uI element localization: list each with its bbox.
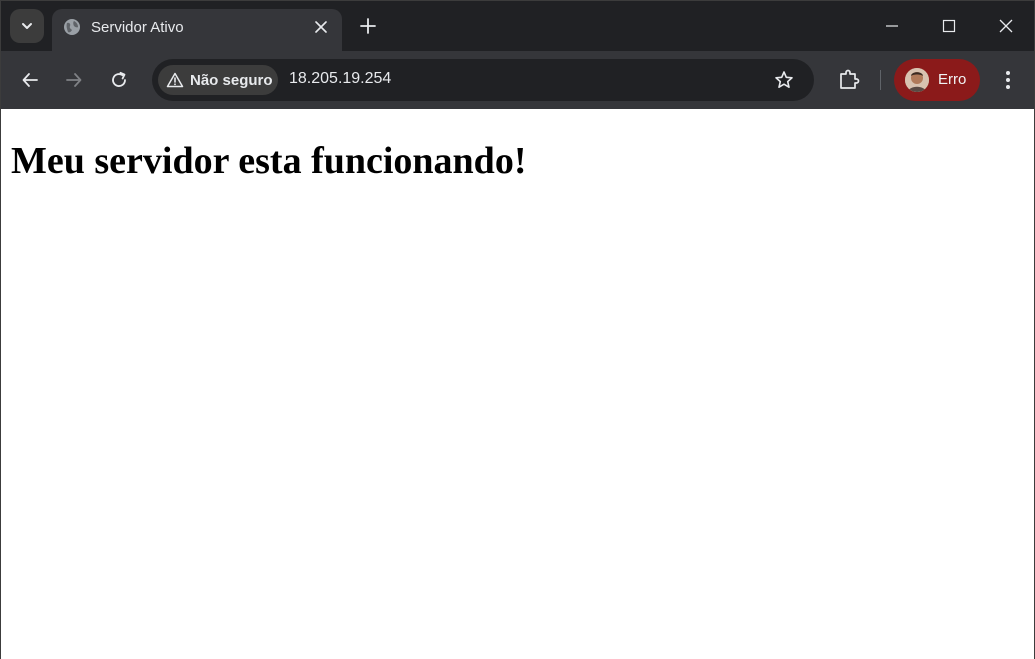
maximize-button[interactable]: [929, 9, 969, 43]
tab-active[interactable]: Servidor Ativo: [52, 9, 342, 51]
page-viewport: Meu servidor esta funcionando!: [1, 109, 1034, 659]
minimize-button[interactable]: [872, 9, 912, 43]
minimize-icon: [885, 19, 899, 33]
reload-button[interactable]: [103, 64, 135, 96]
page-heading: Meu servidor esta funcionando!: [11, 140, 527, 182]
security-label: Não seguro: [190, 71, 273, 89]
arrow-right-icon: [65, 71, 83, 89]
address-bar[interactable]: Não seguro 18.205.19.254: [152, 59, 814, 101]
forward-button[interactable]: [58, 64, 90, 96]
more-vertical-icon: [1005, 70, 1011, 90]
maximize-icon: [942, 19, 956, 33]
puzzle-icon: [838, 68, 860, 90]
globe-icon: [63, 18, 81, 36]
back-button[interactable]: [14, 64, 46, 96]
new-tab-button[interactable]: [355, 13, 381, 39]
reload-icon: [110, 71, 128, 89]
tab-strip: Servidor Ativo: [1, 1, 1034, 51]
browser-toolbar: Não seguro 18.205.19.254 Erro: [1, 51, 1034, 109]
plus-icon: [360, 18, 376, 34]
warning-icon: [166, 72, 184, 88]
url-text[interactable]: 18.205.19.254: [289, 70, 391, 88]
bookmark-star-icon[interactable]: [772, 68, 796, 92]
avatar: [905, 68, 929, 92]
profile-button[interactable]: Erro: [894, 59, 980, 101]
browser-menu-button[interactable]: [994, 64, 1022, 96]
arrow-left-icon: [21, 71, 39, 89]
tab-close-icon[interactable]: [310, 16, 332, 38]
toolbar-divider: [880, 70, 881, 90]
close-window-button[interactable]: [986, 9, 1026, 43]
chevron-down-icon: [20, 19, 34, 33]
security-indicator[interactable]: Não seguro: [158, 65, 278, 95]
tab-title: Servidor Ativo: [91, 19, 184, 36]
close-icon: [999, 19, 1013, 33]
extensions-button[interactable]: [835, 64, 863, 94]
browser-window: Servidor Ativo Não seguro 18.205.19.254 …: [0, 0, 1035, 659]
profile-label: Erro: [938, 71, 967, 88]
tab-search-button[interactable]: [10, 9, 44, 43]
